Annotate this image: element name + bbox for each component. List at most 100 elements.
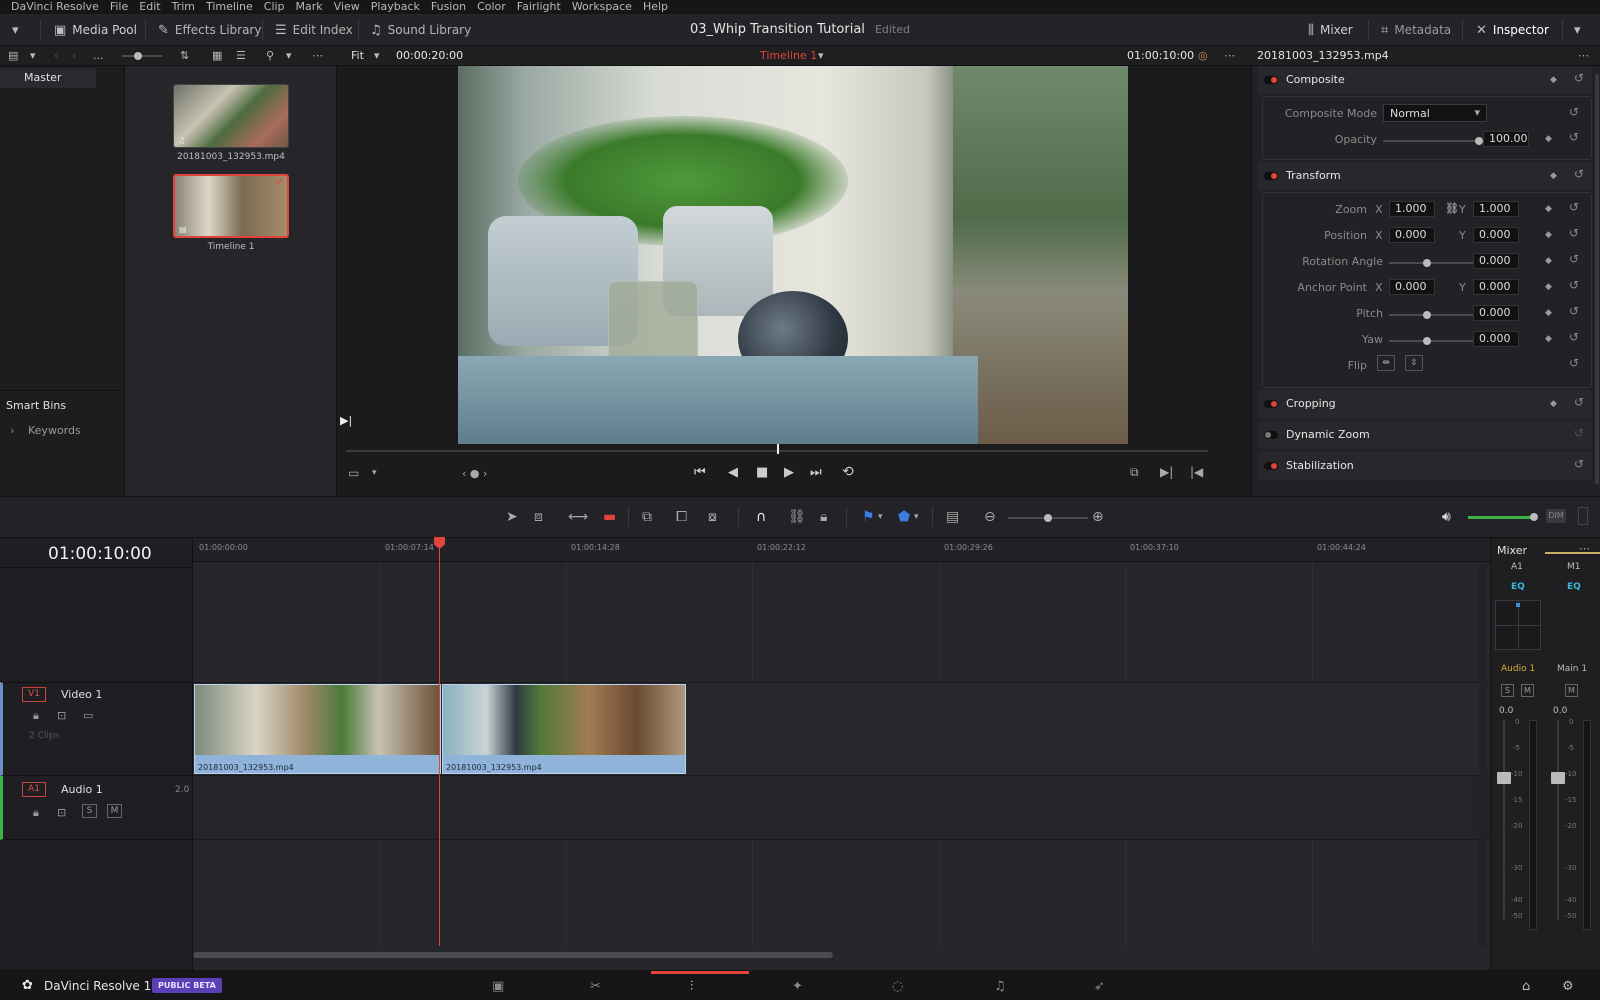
keyframe-icon[interactable]: ◆ xyxy=(1545,204,1552,214)
zoom-x-field[interactable]: 1.000 xyxy=(1389,201,1435,217)
video-track-header[interactable]: V1 Video 1 🔒︎ ⊡ ▭ 2 Clips xyxy=(0,682,193,776)
fairlight-page-icon[interactable]: ♫ xyxy=(994,979,1006,994)
stop-icon[interactable]: ■ xyxy=(756,465,768,480)
anchor-y-field[interactable]: 0.000 xyxy=(1473,279,1519,295)
menu-playback[interactable]: Playback xyxy=(366,0,426,14)
lock-icon[interactable]: 🔒︎ xyxy=(33,709,39,723)
reset-icon[interactable]: ↺ xyxy=(1569,200,1579,214)
auto-select-icon[interactable]: ⊡ xyxy=(57,806,66,819)
workspace-dropdown[interactable]: ▾ xyxy=(12,20,19,40)
keyframe-icon[interactable]: ◆ xyxy=(1545,230,1552,240)
flip-vertical-icon[interactable]: ⇳ xyxy=(1405,355,1423,371)
chevron-down-icon[interactable]: ▾ xyxy=(372,468,377,478)
timeline-area[interactable]: 01:00:00:00 01:00:07:14 01:00:14:28 01:0… xyxy=(193,537,1490,970)
track-name[interactable]: Video 1 xyxy=(61,688,102,701)
prev-edit-icon[interactable]: |◀ xyxy=(1190,465,1203,479)
rotation-field[interactable]: 0.000 xyxy=(1473,253,1519,269)
grid-view-icon[interactable]: ▦ xyxy=(212,49,222,62)
blade-tool-icon[interactable]: ▬ xyxy=(603,509,616,525)
volume-knob[interactable] xyxy=(1530,513,1538,521)
rotation-slider[interactable] xyxy=(1389,262,1473,264)
metadata-button[interactable]: ⌗ Metadata xyxy=(1381,20,1451,40)
opacity-slider[interactable] xyxy=(1383,140,1479,142)
media-thumbnail[interactable]: ♫ xyxy=(173,84,289,148)
reset-icon[interactable]: ↺ xyxy=(1569,330,1579,344)
mixer-button[interactable]: ⫼ Mixer xyxy=(1308,20,1353,40)
home-icon[interactable]: ⌂ xyxy=(1522,979,1530,994)
mute-button[interactable]: M xyxy=(1521,684,1534,697)
slider-knob[interactable] xyxy=(134,52,142,60)
dynamic-zoom-header[interactable]: Dynamic Zoom ↺ xyxy=(1258,421,1592,449)
meter-toggle[interactable] xyxy=(1578,507,1588,525)
track-visibility-icon[interactable]: ▭ xyxy=(83,709,93,722)
zoom-slider-knob[interactable] xyxy=(1044,514,1052,522)
chevron-down-icon[interactable]: ▾ xyxy=(374,49,380,62)
fusion-page-icon[interactable]: ✦ xyxy=(792,979,803,994)
replace-clip-icon[interactable]: ⧇ xyxy=(708,509,717,525)
keyframe-icon[interactable]: ◆ xyxy=(1550,75,1557,85)
keyframe-icon[interactable]: ◆ xyxy=(1545,282,1552,292)
skip-to-start-icon[interactable]: ⏮ xyxy=(694,465,706,480)
menu-fusion[interactable]: Fusion xyxy=(426,0,472,14)
cropping-toggle[interactable] xyxy=(1264,400,1278,408)
inspector-button[interactable]: ✕ Inspector xyxy=(1476,20,1549,40)
yaw-slider[interactable] xyxy=(1389,340,1473,342)
insert-clip-icon[interactable]: ⧉ xyxy=(642,509,652,525)
pan-position[interactable] xyxy=(1516,603,1520,607)
pitch-field[interactable]: 0.000 xyxy=(1473,305,1519,321)
chevron-down-icon[interactable]: ▾ xyxy=(914,512,919,522)
effects-library-button[interactable]: ✎ Effects Library xyxy=(158,20,261,40)
timeline-v-scrollbar[interactable] xyxy=(1479,562,1487,946)
menu-mark[interactable]: Mark xyxy=(291,0,329,14)
video-frame[interactable] xyxy=(458,66,1128,444)
inspector-scrollbar[interactable] xyxy=(1595,74,1599,484)
menu-trim[interactable]: Trim xyxy=(167,0,201,14)
smart-bin-keywords[interactable]: Keywords xyxy=(28,424,81,437)
snapping-icon[interactable]: ∩ xyxy=(756,509,766,525)
yaw-field[interactable]: 0.000 xyxy=(1473,331,1519,347)
color-page-icon[interactable]: ◌ xyxy=(892,979,903,994)
position-lock-icon[interactable]: 🔒︎ xyxy=(820,509,827,525)
trim-tool-icon[interactable]: ⧈ xyxy=(534,509,543,525)
fader-track[interactable] xyxy=(1503,720,1505,920)
timeline-h-scrollbar[interactable] xyxy=(193,952,833,958)
bin-item-master[interactable]: Master xyxy=(0,68,96,88)
scrubber-handle[interactable] xyxy=(777,444,779,454)
keyframe-icon[interactable]: ◆ xyxy=(1545,308,1552,318)
reset-icon[interactable]: ↺ xyxy=(1569,356,1579,370)
linked-selection-icon[interactable]: ⛓ xyxy=(788,509,806,525)
master-volume-slider[interactable] xyxy=(1468,516,1534,519)
chevron-down-icon[interactable]: ▾ xyxy=(878,512,883,522)
composite-mode-select[interactable]: Normal ▾ xyxy=(1383,104,1487,122)
search-icon[interactable]: ⚲ xyxy=(266,49,274,62)
timeline-clip[interactable]: 20181003_132953.mp4 xyxy=(194,684,441,774)
zoom-y-field[interactable]: 1.000 xyxy=(1473,201,1519,217)
pitch-slider[interactable] xyxy=(1389,314,1473,316)
more-options-icon[interactable]: ⋯ xyxy=(312,49,323,62)
reset-icon[interactable]: ↺ xyxy=(1569,226,1579,240)
deliver-page-icon[interactable]: ➶ xyxy=(1094,979,1105,994)
zoom-in-icon[interactable]: ⊕ xyxy=(1092,509,1104,525)
settings-gear-icon[interactable]: ⚙ xyxy=(1562,979,1574,994)
flag-icon[interactable]: ⚑ xyxy=(862,509,875,525)
color-sync-icon[interactable]: ◎ xyxy=(1198,49,1208,62)
overwrite-clip-icon[interactable]: ⧠ xyxy=(676,509,687,525)
play-reverse-icon[interactable]: ◀ xyxy=(728,465,738,480)
timeline-thumbnail[interactable]: ✓ ▤ xyxy=(173,174,289,238)
dim-button[interactable]: DIM xyxy=(1546,509,1566,523)
reset-icon[interactable]: ↺ xyxy=(1569,105,1579,119)
chevron-down-icon[interactable]: ▾ xyxy=(286,49,292,62)
track-badge[interactable]: V1 xyxy=(22,687,46,702)
edit-index-button[interactable]: ☰ Edit Index xyxy=(275,20,353,40)
next-edit-icon[interactable]: ▶| xyxy=(1160,465,1173,479)
opacity-slider-knob[interactable] xyxy=(1475,137,1483,145)
chevron-down-icon[interactable]: ▾ xyxy=(30,49,36,62)
anchor-x-field[interactable]: 0.000 xyxy=(1389,279,1435,295)
layout-dropdown[interactable]: ▾ xyxy=(1574,20,1581,40)
menu-clip[interactable]: Clip xyxy=(259,0,291,14)
lock-icon[interactable]: 🔒︎ xyxy=(33,806,39,820)
eq-button[interactable]: EQ xyxy=(1567,582,1581,592)
reset-icon[interactable]: ↺ xyxy=(1569,304,1579,318)
playhead[interactable] xyxy=(439,538,440,946)
thumb-size-slider[interactable] xyxy=(122,55,162,57)
